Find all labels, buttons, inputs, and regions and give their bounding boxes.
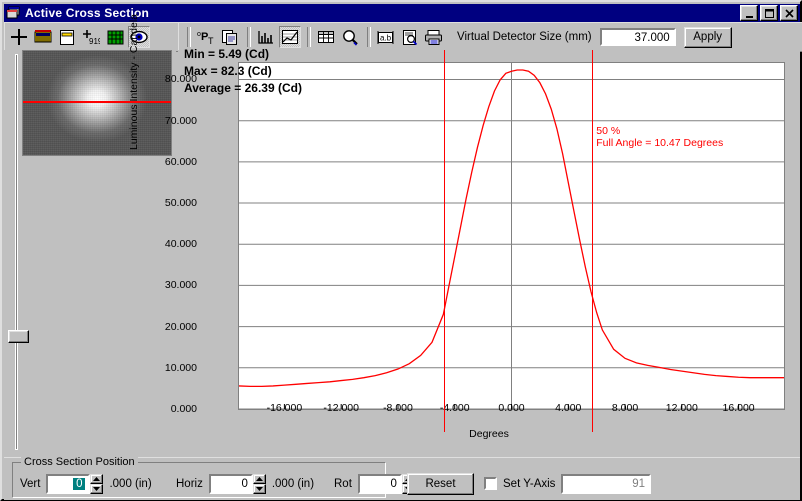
cross-section-line[interactable]: [23, 101, 171, 103]
chart-pane: Luminous Intensity - Candela Degrees 0.0…: [128, 14, 800, 457]
stat-max: Max = 82.3 (Cd): [184, 64, 272, 78]
vert-spinner-up[interactable]: [90, 474, 104, 484]
maximize-button[interactable]: [760, 5, 778, 21]
table-grid-icon[interactable]: [315, 26, 337, 48]
x-tick-label: 0.000: [498, 402, 525, 414]
half-angle-annotation: 50 % Full Angle = 10.47 Degrees: [596, 125, 723, 149]
y-tick-label: 20.000: [164, 320, 197, 333]
detector-size-label: Virtual Detector Size (mm): [457, 31, 592, 43]
pt-label-icon[interactable]: o P T: [195, 26, 217, 48]
horiz-units: .000 (in): [271, 478, 315, 490]
x-tick-label: -12.000: [323, 402, 359, 414]
line-chart-icon[interactable]: [279, 26, 301, 48]
plot-area[interactable]: [238, 62, 785, 410]
vert-input[interactable]: 0: [46, 474, 91, 494]
y-tick-label: 60.000: [164, 155, 197, 168]
set-yaxis-checkbox[interactable]: [484, 477, 497, 490]
left-toolbar: 919: [4, 22, 180, 52]
stat-min: Min = 5.49 (Cd): [184, 47, 270, 61]
group-title: Cross Section Position: [21, 456, 138, 468]
close-button[interactable]: [780, 5, 798, 21]
svg-text:T: T: [208, 36, 214, 45]
bar-chart-icon[interactable]: [255, 26, 277, 48]
cross-section-plot: [239, 63, 784, 409]
vert-label: Vert: [20, 478, 41, 490]
detector-size-input[interactable]: 37.000: [599, 28, 676, 46]
set-yaxis-control: Set Y-Axis: [484, 477, 555, 490]
statistics-readout: Min = 5.49 (Cd) Max = 82.3 (Cd) Average …: [184, 46, 302, 97]
x-tick-label: 12.000: [665, 402, 698, 414]
half-max-left-marker[interactable]: [443, 50, 445, 432]
y-tick-label: 70.000: [164, 114, 197, 127]
horiz-input[interactable]: 0: [208, 474, 253, 494]
apply-button[interactable]: Apply: [683, 26, 732, 48]
horiz-label: Horiz: [176, 478, 203, 490]
x-tick-label: 16.000: [722, 402, 755, 414]
trackbar-thumb[interactable]: [8, 330, 29, 343]
preview-pane: [4, 50, 176, 457]
y-tick-label: 10.000: [164, 361, 197, 374]
svg-text:919: 919: [89, 37, 100, 45]
vert-control: Vert 0 .000 (in): [20, 474, 152, 494]
half-max-right-marker[interactable]: [592, 50, 594, 432]
beam-image-thumbnail[interactable]: [22, 50, 172, 156]
toolbar-separator: [307, 27, 311, 47]
active-cross-section-window: Active Cross Section 91 o P T a.b Virtua…: [0, 0, 802, 501]
horiz-spinner-down[interactable]: [252, 484, 266, 494]
x-tick-label: 4.000: [555, 402, 582, 414]
stat-average: Average = 26.39 (Cd): [184, 81, 302, 95]
svg-text:a.b: a.b: [380, 33, 392, 42]
x-axis-label: Degrees: [469, 428, 509, 440]
colorbar-icon[interactable]: [32, 26, 54, 48]
window-controls: [740, 5, 800, 21]
rot-control: Rot 0: [334, 474, 415, 494]
set-yaxis-label: Set Y-Axis: [503, 477, 556, 490]
horiz-control: Horiz 0 .000 (in): [176, 474, 314, 494]
y-tick-label: 0.000: [170, 403, 197, 415]
x-tick-label: -16.000: [266, 402, 303, 414]
image-noise-overlay: [23, 51, 171, 155]
minimize-button[interactable]: [740, 5, 758, 21]
copy-icon[interactable]: [219, 26, 241, 48]
horiz-spinner[interactable]: [252, 474, 266, 494]
rot-label: Rot: [334, 478, 352, 490]
print-preview-icon[interactable]: [399, 26, 421, 48]
y-tick-label: 50.000: [164, 197, 197, 210]
vert-units: .000 (in): [109, 478, 152, 490]
bottom-panel: Cross Section Position Vert 0 .000 (in) …: [4, 456, 800, 500]
rot-input[interactable]: 0: [357, 474, 402, 494]
title-bar: Active Cross Section: [4, 4, 800, 22]
magnifier-icon[interactable]: [339, 26, 361, 48]
vert-value: 0: [73, 478, 86, 490]
reset-button[interactable]: Reset: [407, 473, 474, 495]
crosshair-icon[interactable]: [8, 26, 30, 48]
vert-spinner[interactable]: [90, 474, 104, 494]
annotation-full-angle: Full Angle = 10.47 Degrees: [596, 137, 724, 149]
page-icon[interactable]: [56, 26, 78, 48]
crosshair-digits-icon[interactable]: 919: [80, 26, 102, 48]
y-tick-label: 30.000: [164, 279, 197, 292]
app-window-icon: [6, 6, 22, 20]
toolbar-separator: [367, 27, 371, 47]
x-tick-label: 8.000: [611, 402, 639, 414]
y-axis-label: Luminous Intensity - Candela: [128, 14, 140, 150]
ab-text-icon[interactable]: a.b: [375, 26, 397, 48]
x-tick-label: -8.000: [383, 402, 413, 414]
vert-spinner-down[interactable]: [90, 484, 104, 494]
y-tick-label: 40.000: [164, 238, 197, 251]
trackbar-groove: [15, 54, 18, 450]
green-grid-icon[interactable]: [104, 26, 126, 48]
printer-icon[interactable]: [423, 26, 445, 48]
toolbar-separator: [247, 27, 251, 47]
horiz-spinner-up[interactable]: [252, 474, 266, 484]
annotation-percent: 50 %: [596, 125, 621, 137]
yaxis-value-input[interactable]: 91: [561, 474, 651, 494]
toolbar-separator: [187, 27, 191, 47]
